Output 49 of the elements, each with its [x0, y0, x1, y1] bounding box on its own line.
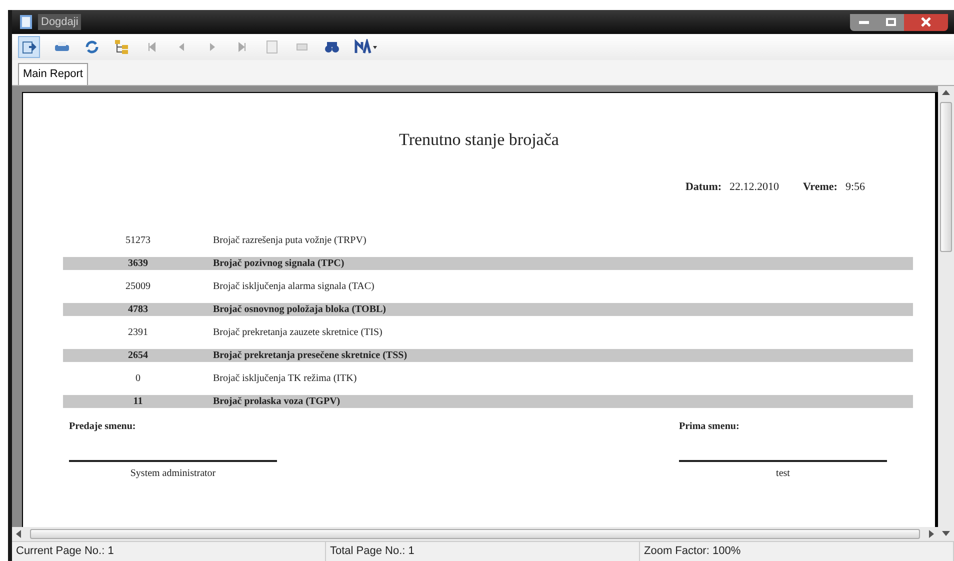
scroll-left-icon[interactable]	[16, 530, 22, 538]
window-title: Dogdaji	[38, 14, 82, 30]
report-tab[interactable]: Main Report	[18, 63, 88, 85]
counter-name: Brojač pozivnog signala (TPC)	[213, 257, 344, 271]
report-title: Trenutno stanje brojača	[399, 129, 559, 151]
scrollbar-thumb[interactable]	[940, 102, 952, 252]
maximize-button[interactable]	[878, 14, 904, 30]
counter-value: 2391	[127, 326, 149, 340]
receiver-name: test	[776, 467, 790, 481]
counter-value: 4783	[127, 303, 149, 317]
counter-name: Brojač prolaska voza (TGPV)	[213, 395, 340, 409]
handover-label: Predaje smenu:	[69, 420, 137, 434]
scroll-up-icon[interactable]	[942, 90, 950, 96]
handover-name: System administrator	[130, 467, 216, 481]
time-value: 9:56	[845, 180, 865, 194]
export-icon[interactable]	[21, 39, 37, 55]
counter-value: 2654	[127, 349, 149, 363]
counter-value: 0	[134, 372, 142, 386]
counter-value: 51273	[124, 234, 152, 248]
minimize-button[interactable]	[850, 14, 878, 30]
refresh-icon[interactable]	[84, 39, 100, 55]
counter-value: 25009	[124, 280, 152, 294]
counter-name: Brojač isključenja alarma signala (TAC)	[213, 280, 374, 294]
binoculars-icon[interactable]	[324, 39, 340, 55]
vertical-scrollbar[interactable]	[938, 86, 954, 541]
date-label: Datum:	[685, 180, 722, 194]
receiver-label: Prima smenu:	[679, 420, 740, 434]
scroll-down-icon[interactable]	[942, 531, 950, 537]
counter-name: Brojač isključenja TK režima (ITK)	[213, 372, 357, 386]
maximize-icon	[886, 18, 896, 26]
minimize-icon	[859, 20, 869, 24]
counter-name: Brojač prekretanja presečene skretnice (TSS)	[213, 349, 408, 363]
status-text: Total Page No.: 1	[326, 542, 640, 561]
close-button[interactable]	[904, 14, 948, 30]
counter-name: Brojač razrešenja puta vožnje (TRPV)	[213, 234, 366, 248]
group-tree-icon[interactable]	[114, 39, 130, 55]
scroll-right-icon[interactable]	[928, 530, 934, 538]
close-icon	[921, 17, 931, 27]
app-icon	[20, 15, 32, 29]
counter-name: Brojač osnovnog položaja bloka (TOBL)	[213, 303, 386, 317]
status-text: Zoom Factor: 100%	[640, 542, 954, 561]
status-text: Current Page No.: 1	[12, 542, 326, 561]
counter-value: 11	[132, 395, 144, 409]
counter-value: 3639	[127, 257, 149, 271]
counter-name: Brojač prekretanja zauzete skretnice (TIS)	[213, 326, 382, 340]
date-value: 22.12.2010	[730, 180, 780, 194]
scrollbar-thumb[interactable]	[30, 529, 920, 539]
horizontal-scrollbar[interactable]	[12, 527, 938, 541]
time-label: Vreme:	[803, 180, 838, 194]
